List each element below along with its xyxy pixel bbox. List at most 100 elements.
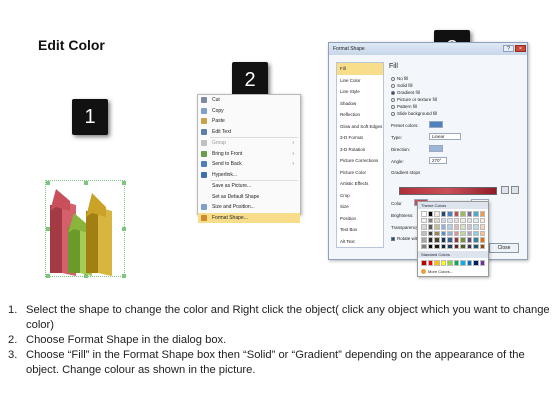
theme-color-swatch[interactable]: [473, 243, 479, 249]
theme-color-swatch[interactable]: [453, 224, 459, 230]
add-stop-button[interactable]: [501, 186, 509, 194]
more-colors-button[interactable]: More Colors...: [418, 268, 488, 274]
theme-color-swatch[interactable]: [473, 211, 479, 217]
radio-no-fill[interactable]: No fill: [391, 76, 408, 81]
standard-color-swatch[interactable]: [479, 260, 485, 266]
theme-color-swatch[interactable]: [479, 230, 485, 236]
theme-color-swatch[interactable]: [473, 237, 479, 243]
preset-colors-dropdown[interactable]: [429, 121, 443, 128]
theme-color-swatch[interactable]: [434, 224, 440, 230]
radio-picture-fill[interactable]: Picture or texture fill: [391, 97, 437, 102]
theme-color-swatch[interactable]: [421, 243, 427, 249]
menu-item-cut[interactable]: Cut: [198, 95, 300, 106]
theme-color-swatch[interactable]: [440, 230, 446, 236]
theme-color-swatch[interactable]: [466, 217, 472, 223]
standard-color-swatch[interactable]: [427, 260, 433, 266]
menu-item-send-to-back[interactable]: Send to Back ›: [198, 159, 300, 170]
theme-color-swatch[interactable]: [466, 237, 472, 243]
remove-stop-button[interactable]: [511, 186, 519, 194]
menu-item-edit-text[interactable]: Edit Text: [198, 127, 300, 138]
theme-color-swatch[interactable]: [447, 211, 453, 217]
theme-color-swatch[interactable]: [427, 237, 433, 243]
theme-color-swatch[interactable]: [460, 230, 466, 236]
nav-item-glow[interactable]: Glow and Soft Edges: [337, 121, 383, 133]
theme-color-swatch[interactable]: [453, 217, 459, 223]
theme-color-swatch[interactable]: [460, 217, 466, 223]
theme-color-swatch[interactable]: [460, 237, 466, 243]
theme-color-swatch[interactable]: [460, 211, 466, 217]
standard-color-swatch[interactable]: [453, 260, 459, 266]
nav-item-3d-rotation[interactable]: 3-D Rotation: [337, 144, 383, 156]
theme-color-swatch[interactable]: [466, 211, 472, 217]
gradient-stops-bar[interactable]: [399, 187, 497, 195]
theme-color-swatch[interactable]: [466, 230, 472, 236]
theme-color-swatch[interactable]: [447, 243, 453, 249]
theme-color-swatch[interactable]: [421, 211, 427, 217]
menu-item-save-as-picture[interactable]: Save as Picture...: [198, 181, 300, 192]
theme-color-swatch[interactable]: [434, 243, 440, 249]
nav-item-size[interactable]: Size: [337, 201, 383, 213]
nav-item-line-color[interactable]: Line Color: [337, 75, 383, 87]
theme-color-swatch[interactable]: [453, 230, 459, 236]
standard-color-swatch[interactable]: [421, 260, 427, 266]
nav-item-shadow[interactable]: Shadow: [337, 98, 383, 110]
menu-item-hyperlink[interactable]: Hyperlink...: [198, 170, 300, 181]
theme-color-swatch[interactable]: [466, 243, 472, 249]
direction-dropdown[interactable]: [429, 145, 443, 152]
arrow-shapes-selection[interactable]: [45, 180, 126, 278]
nav-item-line-style[interactable]: Line Style: [337, 86, 383, 98]
close-window-icon[interactable]: ×: [515, 45, 526, 52]
theme-color-swatch[interactable]: [479, 217, 485, 223]
help-button[interactable]: ?: [503, 45, 514, 52]
menu-item-paste[interactable]: Paste: [198, 116, 300, 127]
standard-color-swatch[interactable]: [466, 260, 472, 266]
theme-color-swatch[interactable]: [479, 211, 485, 217]
menu-item-copy[interactable]: Copy: [198, 106, 300, 117]
theme-color-swatch[interactable]: [447, 237, 453, 243]
nav-item-3d-format[interactable]: 3-D Format: [337, 132, 383, 144]
menu-item-set-default-shape[interactable]: Set as Default Shape: [198, 192, 300, 203]
theme-color-swatch[interactable]: [447, 230, 453, 236]
nav-item-picture-corrections[interactable]: Picture Corrections: [337, 155, 383, 167]
theme-color-swatch[interactable]: [427, 243, 433, 249]
theme-color-swatch[interactable]: [440, 217, 446, 223]
theme-color-swatch[interactable]: [447, 217, 453, 223]
theme-color-swatch[interactable]: [421, 224, 427, 230]
radio-solid-fill[interactable]: Solid fill: [391, 83, 413, 88]
angle-input[interactable]: 270°: [429, 157, 447, 164]
menu-item-group[interactable]: Group ›: [198, 138, 300, 149]
theme-color-swatch[interactable]: [421, 230, 427, 236]
theme-color-swatch[interactable]: [434, 217, 440, 223]
nav-item-reflection[interactable]: Reflection: [337, 109, 383, 121]
standard-color-swatch[interactable]: [447, 260, 453, 266]
theme-color-swatch[interactable]: [460, 224, 466, 230]
standard-color-swatch[interactable]: [440, 260, 446, 266]
menu-item-size-position[interactable]: Size and Position...: [198, 202, 300, 213]
nav-item-picture-color[interactable]: Picture Color: [337, 167, 383, 179]
theme-color-swatch[interactable]: [427, 211, 433, 217]
standard-color-swatch[interactable]: [473, 260, 479, 266]
nav-item-alt-text[interactable]: Alt Text: [337, 236, 383, 248]
theme-color-swatch[interactable]: [479, 224, 485, 230]
nav-item-position[interactable]: Position: [337, 213, 383, 225]
radio-slide-background-fill[interactable]: Slide background fill: [391, 111, 437, 116]
theme-color-swatch[interactable]: [421, 217, 427, 223]
theme-color-swatch[interactable]: [440, 237, 446, 243]
nav-item-text-box[interactable]: Text Box: [337, 224, 383, 236]
standard-color-swatch[interactable]: [460, 260, 466, 266]
theme-color-swatch[interactable]: [453, 243, 459, 249]
theme-color-swatch[interactable]: [434, 211, 440, 217]
theme-color-swatch[interactable]: [440, 243, 446, 249]
theme-color-swatch[interactable]: [427, 224, 433, 230]
radio-gradient-fill[interactable]: Gradient fill: [391, 90, 420, 95]
theme-color-swatch[interactable]: [479, 243, 485, 249]
theme-color-swatch[interactable]: [440, 211, 446, 217]
theme-color-swatch[interactable]: [466, 224, 472, 230]
theme-color-swatch[interactable]: [479, 237, 485, 243]
nav-item-fill[interactable]: Fill: [337, 63, 383, 75]
theme-color-swatch[interactable]: [460, 243, 466, 249]
theme-color-swatch[interactable]: [434, 230, 440, 236]
theme-color-swatch[interactable]: [473, 224, 479, 230]
theme-color-swatch[interactable]: [427, 230, 433, 236]
nav-item-crop[interactable]: Crop: [337, 190, 383, 202]
